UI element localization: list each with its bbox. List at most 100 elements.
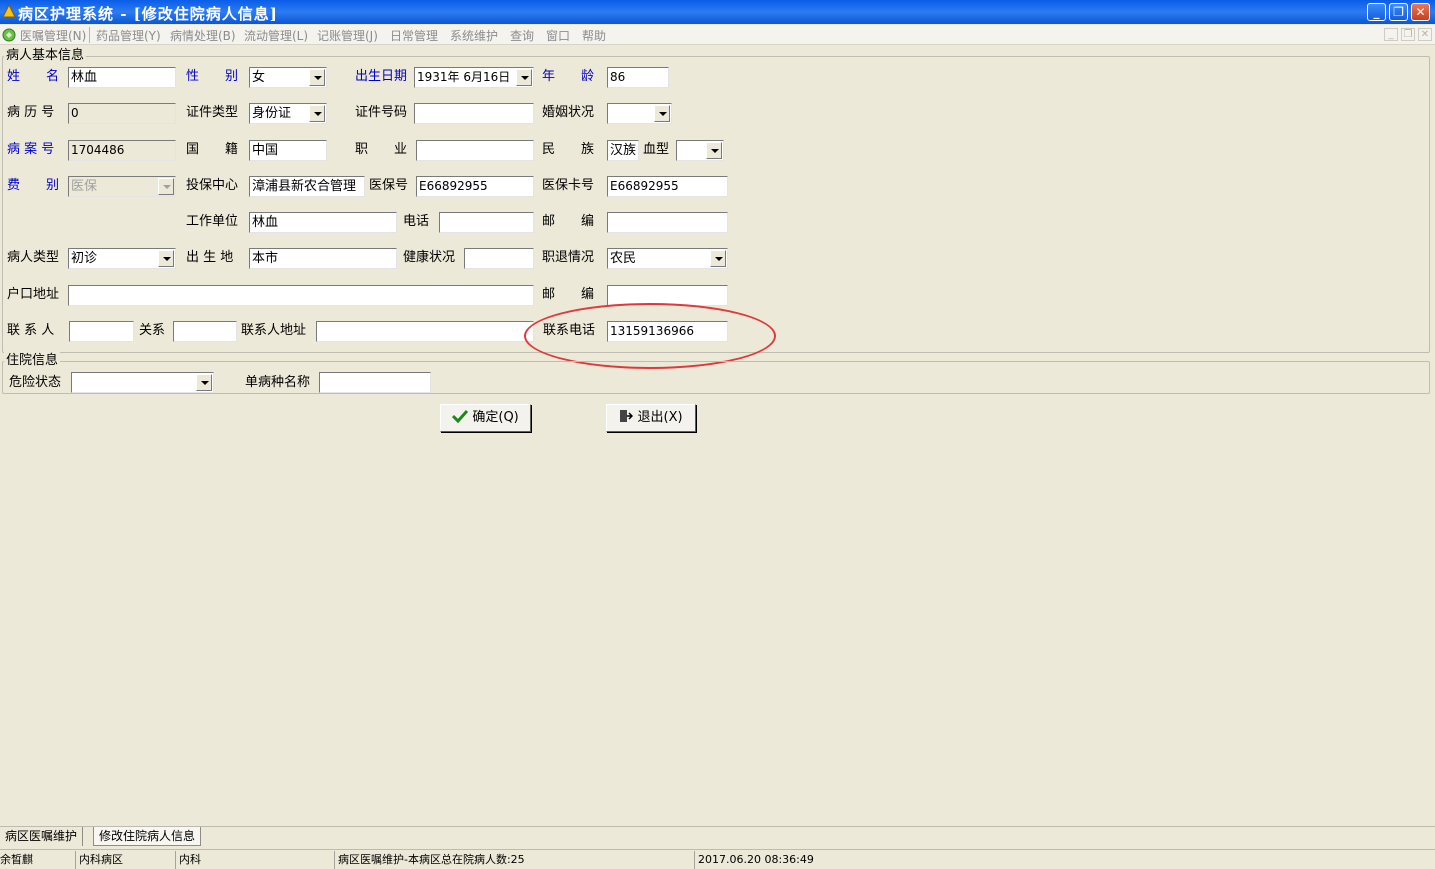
retire-value: 农民 bbox=[610, 251, 637, 266]
patient-basic-title: 病人基本信息 bbox=[4, 46, 87, 66]
contact-label: 联 系 人 bbox=[7, 323, 55, 338]
mdi-minimize-icon[interactable]: _ bbox=[1384, 28, 1398, 41]
work-unit-field[interactable]: 林血 bbox=[249, 212, 397, 233]
case-no-label: 病 案 号 bbox=[7, 142, 55, 157]
hospital-info-title: 住院信息 bbox=[4, 351, 61, 371]
insurance-no-field[interactable]: E66892955 bbox=[416, 176, 534, 197]
close-button[interactable]: ✕ bbox=[1411, 3, 1430, 21]
relation-field[interactable] bbox=[173, 321, 237, 342]
window-tab-bar: 病区医嘱维护 修改住院病人信息 bbox=[0, 826, 1435, 846]
health-field[interactable] bbox=[464, 248, 534, 269]
work-unit-label: 工作单位 bbox=[186, 214, 239, 229]
status-message: 病区医嘱维护-本病区总在院病人数:25 bbox=[338, 851, 695, 869]
insurance-card-field[interactable]: E66892955 bbox=[607, 176, 728, 197]
app-icon bbox=[2, 4, 16, 18]
menu-daily[interactable]: 日常管理 bbox=[390, 27, 438, 44]
chevron-down-icon bbox=[158, 178, 174, 195]
hukou-label: 户口地址 bbox=[7, 287, 60, 302]
menu-system[interactable]: 系统维护 bbox=[450, 27, 498, 44]
status-dept: 内科 bbox=[179, 851, 335, 869]
contact-addr-field[interactable] bbox=[316, 321, 534, 342]
chevron-down-icon[interactable] bbox=[158, 250, 174, 267]
fee-label: 费 别 bbox=[7, 178, 60, 193]
occupation-label: 职 业 bbox=[355, 142, 408, 157]
disease-field[interactable] bbox=[319, 372, 431, 393]
disease-label: 单病种名称 bbox=[245, 375, 311, 390]
menu-condition[interactable]: 病情处理(B) bbox=[170, 27, 236, 44]
menu-billing[interactable]: 记账管理(J) bbox=[317, 27, 378, 44]
ethnic-field[interactable]: 汉族 bbox=[607, 140, 639, 161]
occupation-field[interactable] bbox=[416, 140, 534, 161]
patient-type-label: 病人类型 bbox=[7, 250, 60, 265]
tab-orders-maintenance[interactable]: 病区医嘱维护 bbox=[0, 827, 84, 846]
title-bar[interactable]: 病区护理系统 - [修改住院病人信息] _ ❐ ✕ bbox=[0, 0, 1435, 24]
mdi-close-icon[interactable]: ✕ bbox=[1418, 28, 1432, 41]
phone-field[interactable] bbox=[439, 212, 534, 233]
chevron-down-icon[interactable] bbox=[309, 69, 325, 86]
retire-select[interactable]: 农民 bbox=[607, 248, 728, 269]
marital-select[interactable] bbox=[607, 103, 672, 124]
insurance-center-label: 投保中心 bbox=[186, 178, 239, 193]
ok-label: 确定(Q) bbox=[472, 410, 519, 425]
exit-door-icon bbox=[620, 410, 634, 422]
sex-select[interactable]: 女 bbox=[249, 67, 327, 88]
menu-drug-management[interactable]: 药品管理(Y) bbox=[96, 27, 161, 44]
name-field[interactable]: 林血 bbox=[68, 67, 176, 88]
menu-transfer[interactable]: 流动管理(L) bbox=[244, 27, 308, 44]
age-field[interactable]: 86 bbox=[607, 67, 669, 88]
chevron-down-icon[interactable] bbox=[710, 250, 726, 267]
age-label: 年 龄 bbox=[542, 69, 595, 84]
menu-window[interactable]: 窗口 bbox=[546, 27, 570, 44]
record-no-field: 0 bbox=[68, 103, 176, 124]
postcode1-label: 邮 编 bbox=[542, 214, 595, 229]
danger-select[interactable] bbox=[71, 372, 214, 393]
chevron-down-icon[interactable] bbox=[516, 69, 532, 86]
relation-label: 关系 bbox=[139, 323, 166, 338]
minimize-button[interactable]: _ bbox=[1367, 3, 1386, 21]
chevron-down-icon[interactable] bbox=[654, 105, 670, 122]
nationality-field[interactable]: 中国 bbox=[249, 140, 327, 161]
window-title: 病区护理系统 - [修改住院病人信息] bbox=[18, 5, 278, 23]
name-label: 姓 名 bbox=[7, 69, 60, 84]
tab-edit-patient-info[interactable]: 修改住院病人信息 bbox=[93, 827, 202, 846]
id-no-field[interactable] bbox=[414, 103, 534, 124]
hukou-field[interactable] bbox=[68, 285, 534, 306]
id-type-select[interactable]: 身份证 bbox=[249, 103, 327, 124]
highlight-ellipse bbox=[524, 303, 776, 369]
blood-label: 血型 bbox=[643, 142, 670, 157]
menu-medical-orders[interactable]: 医嘱管理(N) bbox=[20, 27, 86, 44]
menu-query[interactable]: 查询 bbox=[510, 27, 534, 44]
hospital-info-group bbox=[2, 361, 1430, 394]
contact-field[interactable] bbox=[69, 321, 134, 342]
menu-bar: 医嘱管理(N) 药品管理(Y) 病情处理(B) 流动管理(L) 记账管理(J) … bbox=[0, 25, 1435, 45]
status-ward: 内科病区 bbox=[79, 851, 176, 869]
chevron-down-icon[interactable] bbox=[196, 374, 212, 391]
mdi-restore-icon[interactable]: ❐ bbox=[1401, 28, 1415, 41]
birthplace-field[interactable]: 本市 bbox=[249, 248, 397, 269]
exit-button[interactable]: 退出(X) bbox=[606, 404, 696, 432]
status-user: 余晳麒 bbox=[0, 851, 76, 869]
insurance-center-field[interactable]: 漳浦县新农合管理 bbox=[249, 176, 365, 197]
exit-label: 退出(X) bbox=[637, 410, 683, 425]
sex-label: 性 别 bbox=[186, 69, 239, 84]
patient-type-select[interactable]: 初诊 bbox=[68, 248, 176, 269]
ok-button[interactable]: 确定(Q) bbox=[440, 404, 531, 432]
menu-help[interactable]: 帮助 bbox=[582, 27, 606, 44]
fee-select: 医保 bbox=[68, 176, 176, 197]
ethnic-label: 民 族 bbox=[542, 142, 595, 157]
birth-value: 1931年 6月16日 bbox=[417, 70, 511, 84]
check-icon bbox=[452, 409, 469, 424]
birth-date-picker[interactable]: 1931年 6月16日 bbox=[414, 67, 534, 88]
chevron-down-icon[interactable] bbox=[309, 105, 325, 122]
fee-value: 医保 bbox=[71, 179, 98, 194]
chevron-down-icon[interactable] bbox=[706, 142, 722, 159]
retire-label: 职退情况 bbox=[542, 250, 595, 265]
danger-label: 危险状态 bbox=[9, 375, 62, 390]
menu-app-icon bbox=[2, 28, 16, 42]
postcode1-field[interactable] bbox=[607, 212, 728, 233]
blood-select[interactable] bbox=[676, 140, 724, 161]
patient-type-value: 初诊 bbox=[71, 251, 98, 266]
marital-label: 婚姻状况 bbox=[542, 105, 595, 120]
menu-separator bbox=[89, 27, 90, 43]
restore-button[interactable]: ❐ bbox=[1389, 3, 1408, 21]
